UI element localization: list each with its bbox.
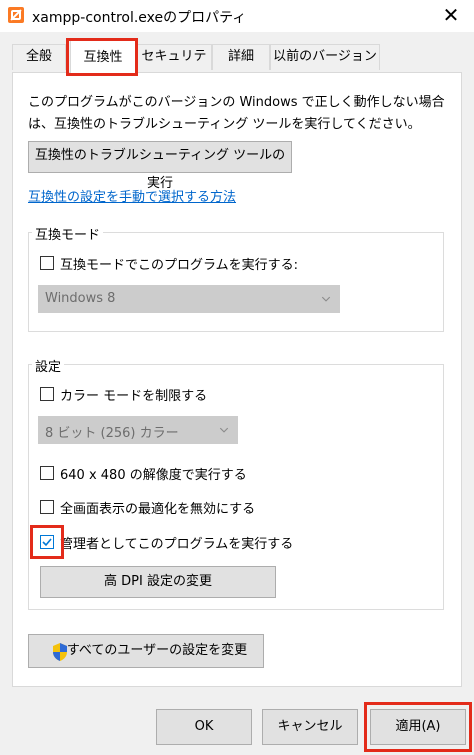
window-title: xampp-control.exeのプロパティ — [32, 10, 247, 26]
reduced-color-checkbox[interactable] — [40, 387, 54, 401]
dpi-settings-button[interactable]: 高 DPI 設定の変更 — [40, 566, 276, 598]
manual-settings-link[interactable]: 互換性の設定を手動で選択する方法 — [28, 186, 236, 205]
highlight-admin-checkbox — [30, 525, 64, 559]
tab-security[interactable]: セキュリティ — [136, 44, 212, 88]
chevron-down-icon — [321, 296, 331, 302]
tab-previous-versions[interactable]: 以前のバージョン — [270, 44, 380, 70]
uac-shield-icon — [53, 643, 67, 661]
color-select-value: 8 ビット (256) カラー — [45, 426, 179, 441]
compat-mode-group — [28, 232, 444, 332]
compat-mode-title: 互換モード — [32, 224, 104, 243]
all-users-button[interactable]: すべてのユーザーの設定を変更 — [28, 634, 264, 668]
chevron-down-icon — [219, 427, 229, 433]
title-bar: xampp-control.exeのプロパティ ✕ — [0, 0, 474, 32]
all-users-label: すべてのユーザーの設定を変更 — [66, 643, 248, 658]
ok-button[interactable]: OK — [156, 709, 252, 745]
res640-label: 640 x 480 の解像度で実行する — [60, 468, 247, 483]
cancel-button[interactable]: キャンセル — [262, 709, 358, 745]
fullscreen-opt-label: 全画面表示の最適化を無効にする — [60, 502, 256, 517]
res640-checkbox[interactable] — [40, 466, 54, 480]
os-select[interactable]: Windows 8 — [38, 285, 340, 313]
tab-details[interactable]: 詳細 — [212, 44, 270, 70]
compat-mode-label: 互換モードでこのプログラムを実行する: — [60, 258, 298, 273]
reduced-color-label: カラー モードを制限する — [60, 389, 208, 404]
color-select[interactable]: 8 ビット (256) カラー — [38, 416, 238, 444]
settings-title: 設定 — [32, 356, 65, 375]
admin-label: 管理者としてこのプログラムを実行する — [60, 537, 294, 552]
highlight-apply-button — [364, 702, 472, 752]
fullscreen-opt-checkbox[interactable] — [40, 500, 54, 514]
os-select-value: Windows 8 — [45, 291, 116, 306]
xampp-icon — [8, 7, 24, 23]
compat-mode-checkbox[interactable] — [40, 256, 54, 270]
close-icon[interactable]: ✕ — [428, 0, 474, 32]
description-text: このプログラムがこのバージョンの Windows で正しく動作しない場合は、互換… — [28, 95, 445, 132]
troubleshoot-button[interactable]: 互換性のトラブルシューティング ツールの実行 — [28, 141, 292, 191]
highlight-compat-tab — [66, 38, 138, 76]
tab-general[interactable]: 全般 — [12, 44, 66, 70]
